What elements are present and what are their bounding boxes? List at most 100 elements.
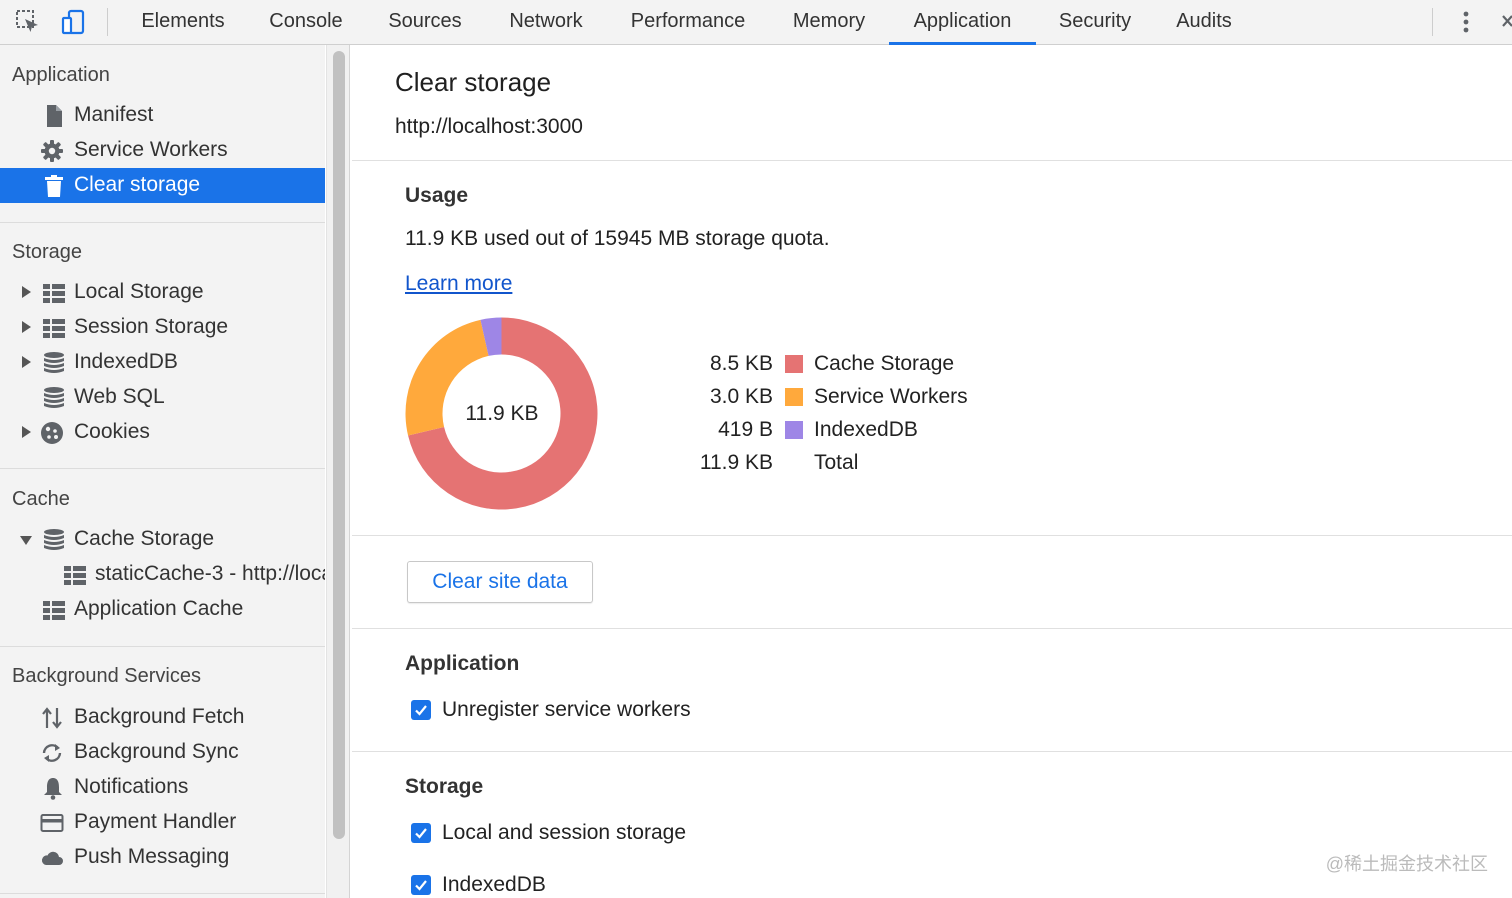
sidebar-item-push-messaging[interactable]: Push Messaging: [0, 840, 325, 875]
sidebar-item-cookies[interactable]: Cookies: [0, 415, 325, 450]
sidebar-item-label: Web SQL: [74, 385, 165, 408]
tab-network[interactable]: Network: [494, 0, 598, 45]
sidebar-item-application-cache[interactable]: Application Cache: [0, 592, 325, 627]
sidebar-item-notifications[interactable]: Notifications: [0, 770, 325, 805]
cloud-icon: [41, 851, 63, 865]
legend-value: 3.0 KB: [709, 385, 773, 408]
sidebar-item-web-sql[interactable]: Web SQL: [0, 380, 325, 415]
sidebar-item-background-sync[interactable]: Background Sync: [0, 735, 325, 770]
tab-elements[interactable]: Elements: [126, 0, 240, 45]
up-down-arrows-icon: [42, 707, 62, 729]
tab-application[interactable]: Application: [889, 0, 1036, 45]
sidebar-divider: [0, 222, 325, 223]
sidebar-item-label: Background Sync: [74, 740, 239, 763]
sidebar-item-label: Clear storage: [74, 173, 201, 196]
sidebar-scrollbar[interactable]: [326, 45, 350, 898]
donut-center-label: 11.9 KB: [465, 402, 539, 425]
table-icon: [43, 601, 65, 620]
checkmark-icon: [415, 828, 427, 839]
section-divider: [352, 535, 1512, 536]
sidebar-section-storage: Storage: [12, 241, 83, 263]
unregister-service-workers-checkbox[interactable]: [411, 700, 431, 720]
tab-sources[interactable]: Sources: [374, 0, 476, 45]
trash-icon: [45, 175, 63, 197]
bell-icon: [44, 778, 62, 800]
usage-summary: 11.9 KB used out of 15945 MB storage quo…: [405, 227, 830, 250]
sidebar-item-clear-storage[interactable]: Clear storage: [0, 168, 325, 203]
sidebar-item-cache-storage[interactable]: Cache Storage: [0, 522, 325, 557]
devtools-toolbar: Elements Console Sources Network Perform…: [0, 0, 1512, 45]
tab-memory[interactable]: Memory: [778, 0, 880, 45]
sidebar-item-label: Push Messaging: [74, 845, 230, 868]
table-icon: [64, 566, 86, 585]
sidebar-item-payment-handler[interactable]: Payment Handler: [0, 805, 325, 840]
expand-arrow-icon[interactable]: [22, 286, 31, 298]
cookie-icon: [41, 422, 63, 444]
sidebar-item-label: Application Cache: [74, 597, 244, 620]
scrollbar-thumb[interactable]: [333, 51, 345, 839]
expand-arrow-icon[interactable]: [22, 426, 31, 438]
indexeddb-checkbox[interactable]: [411, 875, 431, 895]
table-icon: [43, 284, 65, 303]
sidebar-item-label: Cache Storage: [74, 527, 215, 550]
origin-url: http://localhost:3000: [395, 115, 583, 138]
gear-icon: [41, 140, 63, 162]
legend-label: Service Workers: [814, 385, 968, 408]
expand-arrow-icon[interactable]: [22, 321, 31, 333]
database-icon: [44, 387, 64, 408]
sidebar-item-background-fetch[interactable]: Background Fetch: [0, 700, 325, 735]
sidebar-item-label: Background Fetch: [74, 705, 245, 728]
collapse-arrow-icon[interactable]: [20, 536, 32, 545]
sidebar-item-static-cache[interactable]: staticCache-3 - http://localhost:3000: [0, 557, 325, 592]
close-icon[interactable]: [1500, 12, 1512, 32]
legend-total-value: 11.9 KB: [699, 451, 773, 474]
table-icon: [43, 319, 65, 338]
sidebar-divider: [0, 468, 325, 469]
more-options-icon[interactable]: [1452, 8, 1480, 36]
sidebar-item-label: Manifest: [74, 103, 154, 126]
sidebar-section-cache: Cache: [12, 488, 70, 510]
credit-card-icon: [40, 814, 64, 832]
local-session-storage-checkbox[interactable]: [411, 823, 431, 843]
database-icon: [44, 352, 64, 373]
legend-swatch-indexeddb: [785, 421, 803, 439]
device-toolbar-icon[interactable]: [60, 8, 88, 36]
sidebar-item-label: Payment Handler: [74, 810, 237, 833]
tab-performance[interactable]: Performance: [614, 0, 762, 45]
application-heading: Application: [405, 652, 520, 675]
legend-total-label: Total: [814, 451, 859, 474]
sidebar-item-label: Service Workers: [74, 138, 228, 161]
storage-heading: Storage: [405, 775, 484, 798]
database-icon: [44, 529, 64, 550]
legend-label: Cache Storage: [814, 352, 955, 375]
sidebar-item-service-workers[interactable]: Service Workers: [0, 133, 325, 168]
sidebar: Application Manifest Service Workers Cle…: [0, 45, 325, 898]
tab-console[interactable]: Console: [254, 0, 358, 45]
checkmark-icon: [415, 880, 427, 891]
sidebar-item-local-storage[interactable]: Local Storage: [0, 275, 325, 310]
tab-audits[interactable]: Audits: [1162, 0, 1246, 45]
sidebar-item-label: Local Storage: [74, 280, 204, 303]
sidebar-item-label: Session Storage: [74, 315, 229, 338]
indexeddb-label: IndexedDB: [442, 873, 546, 896]
sidebar-item-label: IndexedDB: [74, 350, 178, 373]
clear-site-data-button[interactable]: Clear site data: [407, 561, 593, 603]
expand-arrow-icon[interactable]: [22, 356, 31, 368]
sidebar-item-indexeddb[interactable]: IndexedDB: [0, 345, 325, 380]
sync-icon: [42, 744, 62, 762]
legend-value: 419 B: [718, 418, 773, 441]
sidebar-item-manifest[interactable]: Manifest: [0, 98, 325, 133]
sidebar-divider: [0, 646, 325, 647]
legend-label: IndexedDB: [814, 418, 918, 441]
inspect-element-icon[interactable]: [14, 8, 42, 36]
document-icon: [47, 105, 62, 127]
learn-more-link[interactable]: Learn more: [405, 272, 512, 296]
section-divider: [352, 628, 1512, 629]
toolbar-separator: [107, 8, 108, 36]
sidebar-item-session-storage[interactable]: Session Storage: [0, 310, 325, 345]
tab-security[interactable]: Security: [1044, 0, 1146, 45]
sidebar-section-application: Application: [12, 64, 110, 86]
sidebar-divider: [0, 893, 325, 894]
watermark: @稀土掘金技术社区: [1325, 854, 1488, 874]
sidebar-item-label: Cookies: [74, 420, 150, 443]
